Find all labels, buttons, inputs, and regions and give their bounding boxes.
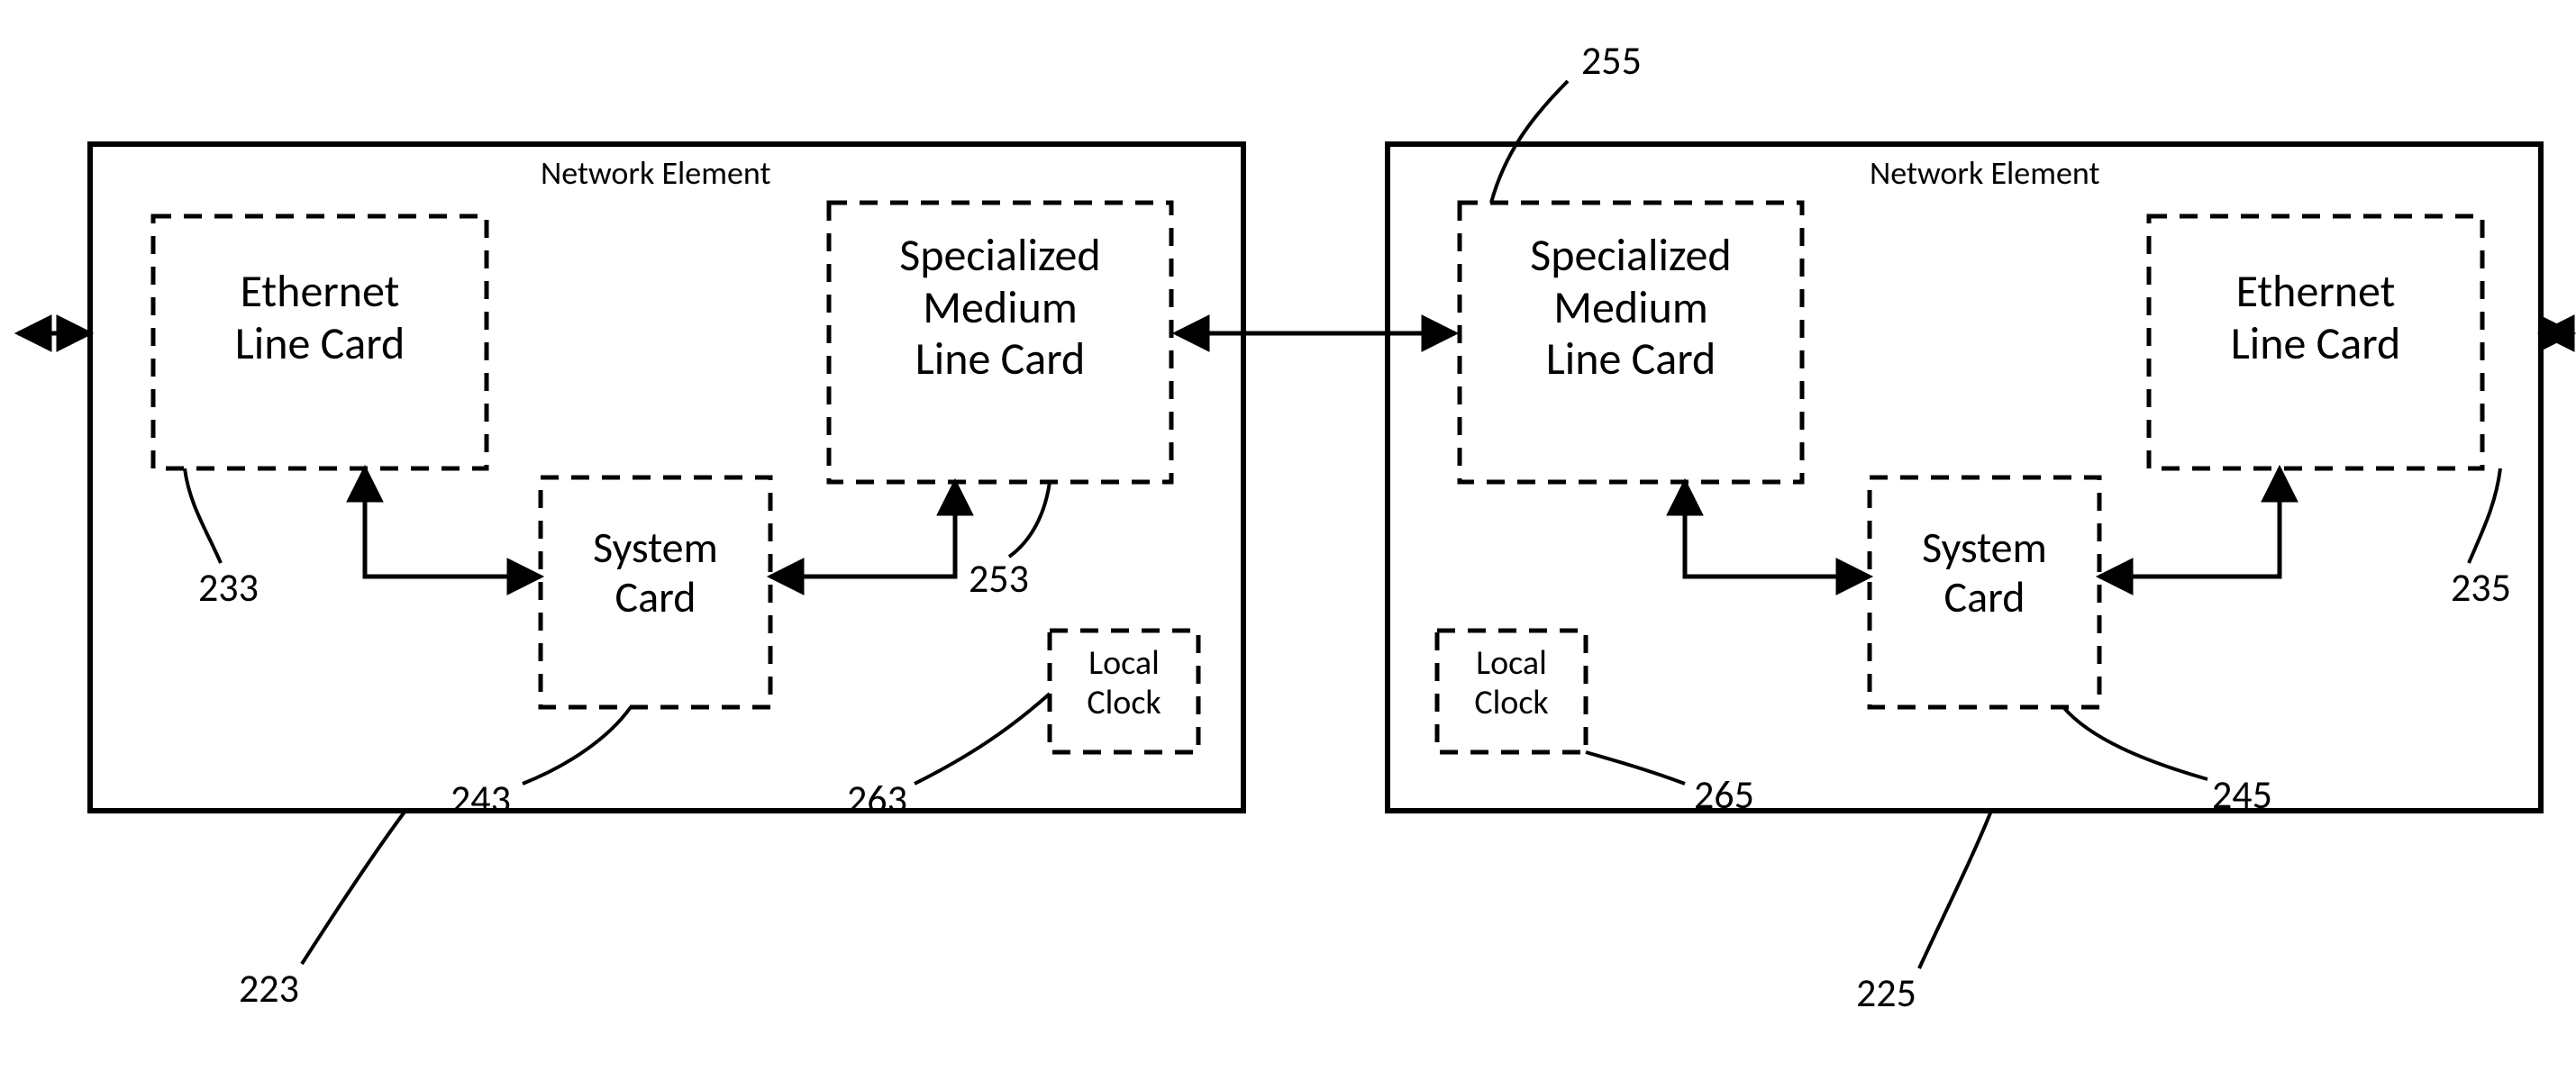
ref-253: 253 xyxy=(969,554,1029,603)
right-ethernet-card-label: EthernetLine Card xyxy=(2149,266,2482,369)
right-local-clock-label: LocalClock xyxy=(1437,644,1586,722)
right-network-element-title: Network Element xyxy=(1870,153,2100,193)
left-ethernet-card: EthernetLine Card xyxy=(153,266,487,369)
left-system-card-label: SystemCard xyxy=(541,522,770,622)
left-ethernet-card-label: EthernetLine Card xyxy=(153,266,487,369)
ref-245: 245 xyxy=(2212,770,2272,819)
left-local-clock: LocalClock xyxy=(1050,644,1198,722)
ref-255: 255 xyxy=(1581,36,1642,85)
left-specialized-card: SpecializedMediumLine Card xyxy=(829,230,1171,386)
ref-223: 223 xyxy=(239,964,299,1013)
ref-265: 265 xyxy=(1694,770,1754,819)
right-ethernet-card: EthernetLine Card xyxy=(2149,266,2482,369)
right-specialized-card-label: SpecializedMediumLine Card xyxy=(1460,230,1802,386)
left-system-card: SystemCard xyxy=(541,522,770,622)
ref-233: 233 xyxy=(198,563,259,612)
left-network-element-title: Network Element xyxy=(541,153,771,193)
right-system-card: SystemCard xyxy=(1870,522,2099,622)
right-system-card-label: SystemCard xyxy=(1870,522,2099,622)
left-local-clock-label: LocalClock xyxy=(1050,644,1198,722)
ref-225: 225 xyxy=(1856,968,1916,1017)
ref-235: 235 xyxy=(2451,563,2511,612)
right-local-clock: LocalClock xyxy=(1437,644,1586,722)
right-specialized-card: SpecializedMediumLine Card xyxy=(1460,230,1802,386)
left-specialized-card-label: SpecializedMediumLine Card xyxy=(829,230,1171,386)
ref-263: 263 xyxy=(847,775,907,823)
ref-243: 243 xyxy=(451,775,511,823)
